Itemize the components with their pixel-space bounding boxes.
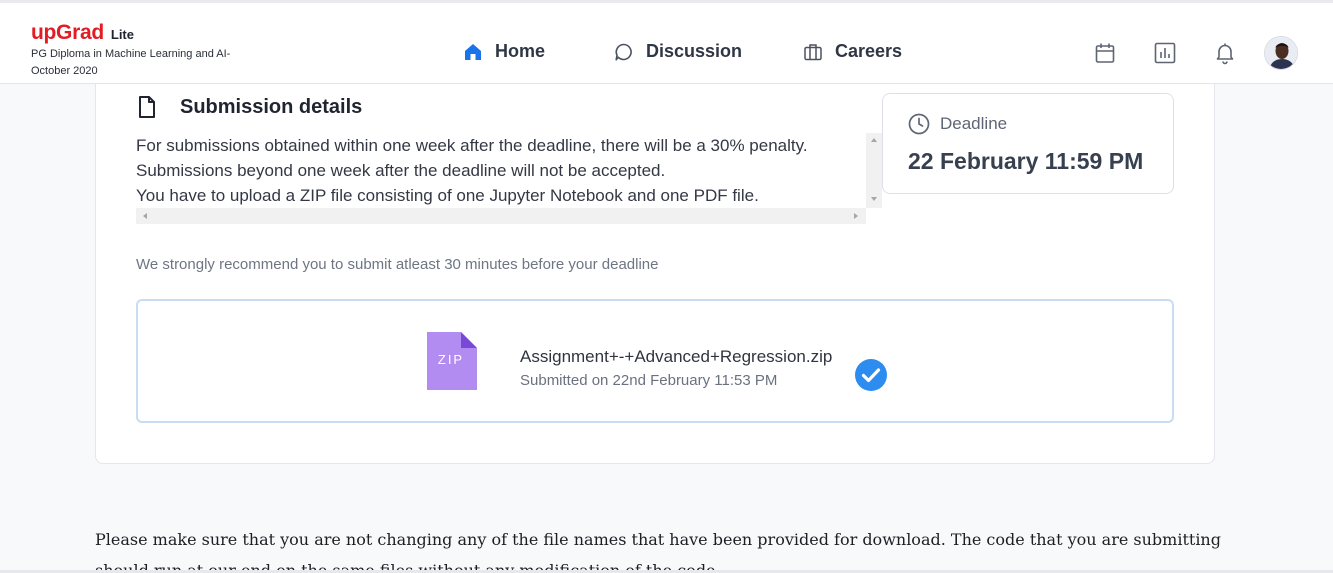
nav-home[interactable]: Home bbox=[463, 41, 545, 62]
scroll-right-arrow-icon[interactable] bbox=[854, 213, 858, 219]
briefcase-icon bbox=[803, 42, 823, 62]
document-icon bbox=[136, 95, 158, 119]
brand[interactable]: upGrad Lite PG Diploma in Machine Learni… bbox=[31, 21, 256, 80]
deadline-value: 22 February 11:59 PM bbox=[908, 148, 1144, 174]
program-name: PG Diploma in Machine Learning and AI- O… bbox=[31, 48, 231, 77]
nav-discussion[interactable]: Discussion bbox=[614, 41, 742, 62]
note-line: Please make sure that you are not changi… bbox=[95, 530, 1221, 549]
submission-title: Submission details bbox=[180, 95, 363, 118]
nav-careers-label: Careers bbox=[835, 41, 903, 61]
file-submitted-time: Submitted on 22nd February 11:53 PM bbox=[520, 372, 778, 389]
home-icon bbox=[463, 42, 483, 62]
brand-suffix: Lite bbox=[110, 27, 134, 42]
zip-file-icon: ZIP bbox=[427, 332, 479, 390]
scroll-down-arrow-icon[interactable] bbox=[871, 197, 877, 201]
detail-line: You have to upload a ZIP file consisting… bbox=[136, 186, 759, 205]
detail-line: Submissions beyond one week after the de… bbox=[136, 161, 666, 180]
horizontal-scrollbar[interactable] bbox=[136, 208, 866, 224]
details-scroll-area[interactable]: For submissions obtained within one week… bbox=[136, 133, 882, 225]
chat-bubble-icon bbox=[614, 42, 634, 62]
submitted-file-box[interactable]: ZIP Assignment+-+Advanced+Regression.zip… bbox=[136, 299, 1174, 423]
check-circle-icon bbox=[854, 358, 888, 392]
scroll-up-arrow-icon[interactable] bbox=[871, 138, 877, 142]
deadline-label: Deadline bbox=[940, 114, 1008, 133]
file-name[interactable]: Assignment+-+Advanced+Regression.zip bbox=[520, 347, 832, 367]
vertical-scrollbar[interactable] bbox=[866, 133, 882, 208]
bell-icon[interactable] bbox=[1213, 41, 1237, 65]
nav-home-label: Home bbox=[495, 41, 546, 61]
detail-line: For submissions obtained within one week… bbox=[136, 136, 808, 155]
deadline-card: Deadline 22 February 11:59 PM bbox=[882, 93, 1174, 194]
clock-icon bbox=[908, 113, 930, 135]
brand-logo[interactable]: upGrad bbox=[31, 21, 104, 45]
top-header: upGrad Lite PG Diploma in Machine Learni… bbox=[0, 0, 1333, 84]
calendar-icon[interactable] bbox=[1093, 41, 1117, 65]
instruction-note: Please make sure that you are not changi… bbox=[95, 524, 1235, 573]
avatar[interactable] bbox=[1264, 36, 1298, 70]
zip-type-label: ZIP bbox=[438, 352, 464, 367]
scroll-left-arrow-icon[interactable] bbox=[143, 213, 147, 219]
recommend-text: We strongly recommend you to submit atle… bbox=[136, 256, 659, 273]
nav-careers[interactable]: Careers bbox=[803, 41, 902, 62]
bar-chart-icon[interactable] bbox=[1153, 41, 1177, 65]
nav-discussion-label: Discussion bbox=[646, 41, 743, 61]
submission-heading: Submission details bbox=[136, 95, 362, 119]
details-text: For submissions obtained within one week… bbox=[136, 133, 866, 208]
deadline-label-row: Deadline bbox=[908, 113, 1007, 135]
